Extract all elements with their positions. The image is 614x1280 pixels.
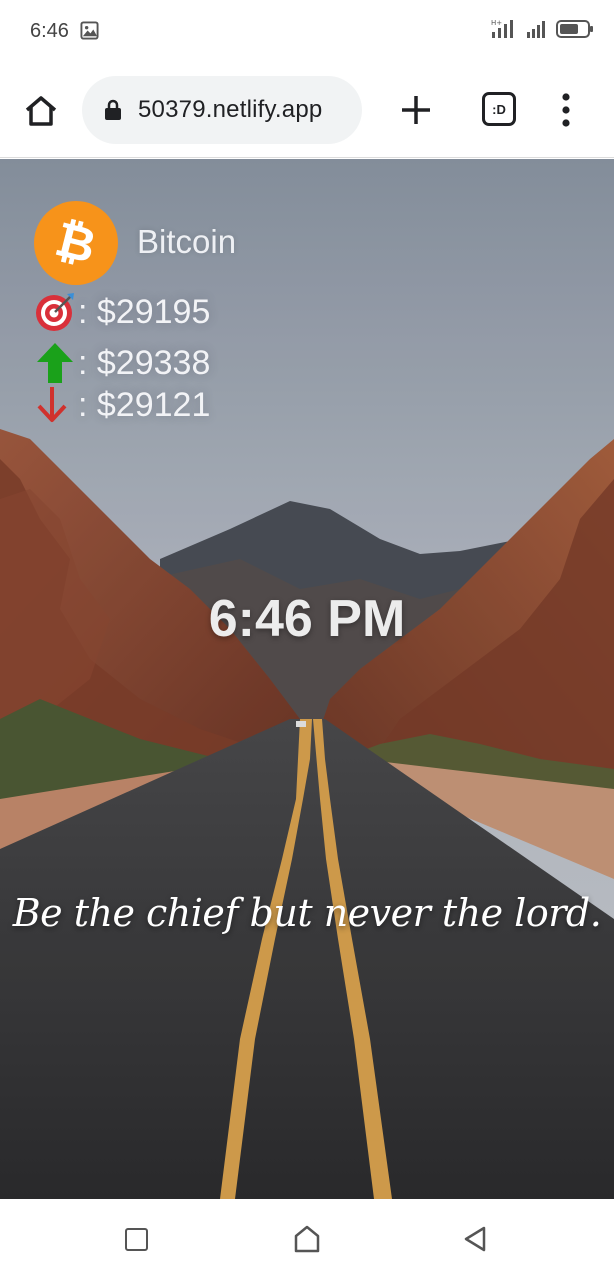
- low-price-row: : $29121: [34, 384, 210, 426]
- bitcoin-logo-icon: ₿: [34, 201, 118, 285]
- tab-switcher-icon[interactable]: :D: [482, 92, 516, 126]
- status-time: 6:46: [30, 20, 69, 42]
- high-price: : $29338: [78, 343, 211, 382]
- bitcoin-symbol: ₿: [50, 211, 102, 275]
- image-notification-icon: [80, 21, 99, 40]
- current-price-row: : $29195: [34, 291, 210, 333]
- status-bar: 6:46 H+: [0, 0, 614, 62]
- high-price-row: : $29338: [34, 342, 210, 384]
- up-arrow-icon: [37, 343, 73, 383]
- navigation-bar: [0, 1199, 614, 1280]
- current-price: : $29195: [78, 292, 211, 331]
- low-price: : $29121: [78, 385, 211, 424]
- svg-text:H+: H+: [491, 19, 502, 27]
- address-bar[interactable]: 50379.netlify.app: [82, 76, 362, 144]
- home-icon[interactable]: [20, 90, 62, 132]
- battery-icon: [556, 20, 593, 38]
- browser-toolbar: 50379.netlify.app :D: [0, 62, 614, 158]
- quote-text: Be the chief but never the lord.: [12, 891, 602, 935]
- url-text: 50379.netlify.app: [138, 96, 323, 123]
- web-page: ₿ Bitcoin : $29195 : $29338 : $29121 6:4…: [0, 159, 614, 1199]
- down-arrow-icon: [37, 387, 67, 422]
- coin-name: Bitcoin: [137, 223, 237, 260]
- status-indicators: H+: [490, 18, 594, 40]
- tab-switcher-label: :D: [492, 101, 506, 117]
- plus-icon[interactable]: [396, 90, 436, 130]
- signal-2-icon: [527, 21, 545, 38]
- clock-time: 6:46 PM: [208, 590, 406, 648]
- signal-icon: H+: [491, 19, 513, 38]
- target-icon: [36, 293, 74, 331]
- circle-home-icon[interactable]: [293, 1224, 321, 1254]
- lock-icon: [105, 99, 121, 120]
- more-vert-icon[interactable]: [556, 92, 576, 128]
- square-icon[interactable]: [125, 1228, 148, 1251]
- triangle-back-icon[interactable]: [462, 1225, 488, 1253]
